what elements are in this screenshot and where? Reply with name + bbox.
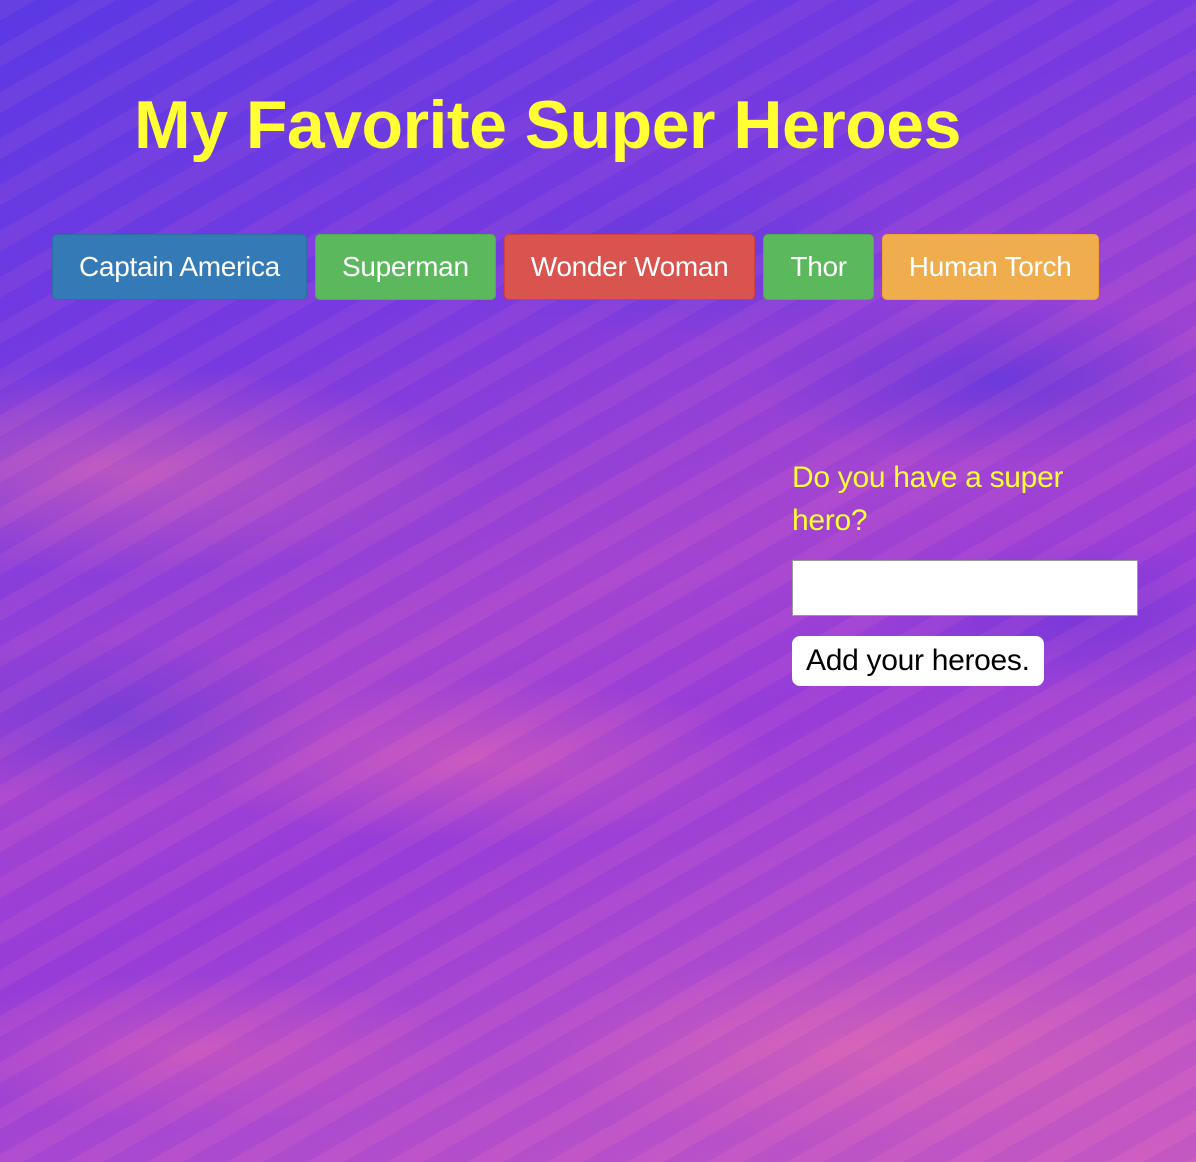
add-hero-prompt: Do you have a super hero? — [792, 461, 1064, 537]
hero-button-wonder-woman[interactable]: Wonder Woman — [503, 234, 756, 300]
add-heroes-button[interactable]: Add your heroes. — [792, 636, 1044, 686]
page-content: My Favorite Super Heroes Captain America… — [0, 0, 1196, 1162]
page-title: My Favorite Super Heroes — [134, 87, 961, 163]
hero-name-input[interactable] — [792, 560, 1138, 616]
hero-button-thor[interactable]: Thor — [763, 234, 874, 300]
add-hero-form: Do you have a super hero? Add your heroe… — [792, 456, 1138, 686]
hero-button-human-torch[interactable]: Human Torch — [881, 234, 1099, 300]
hero-button-row: Captain America Superman Wonder Woman Th… — [52, 234, 1099, 300]
hero-button-superman[interactable]: Superman — [314, 234, 496, 300]
hero-button-captain-america[interactable]: Captain America — [52, 234, 307, 300]
